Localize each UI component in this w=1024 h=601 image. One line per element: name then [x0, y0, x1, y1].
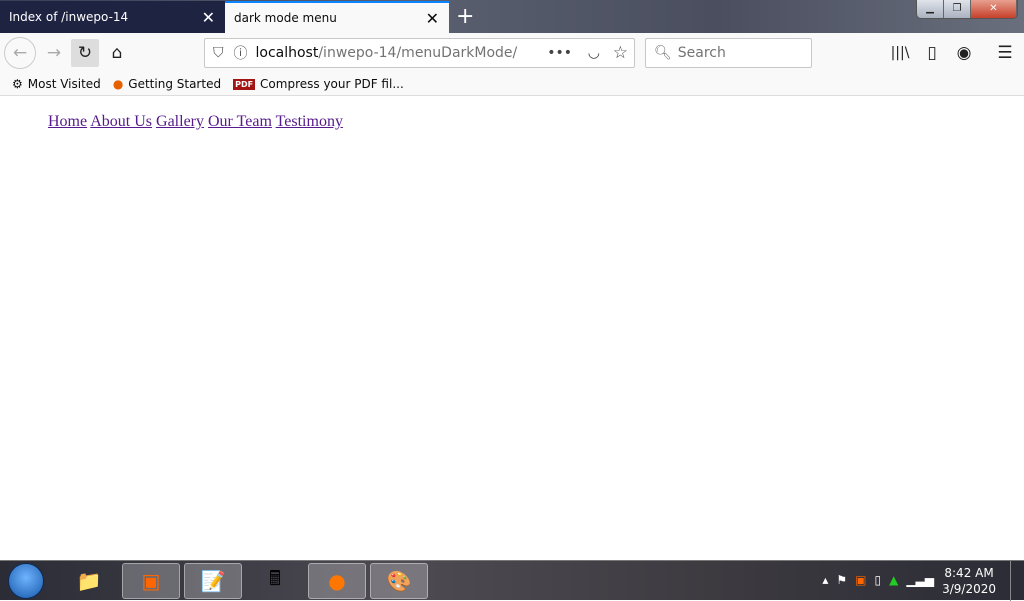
sidebar-icon[interactable]: ▯	[918, 39, 946, 67]
clock-time: 8:42 AM	[944, 566, 994, 580]
explorer-icon[interactable]: 📁	[60, 563, 118, 599]
search-placeholder: Search	[677, 45, 726, 61]
gear-icon: ⚙	[12, 77, 23, 91]
firefox-icon: ●	[112, 77, 124, 91]
page-actions-icon[interactable]: •••	[547, 45, 572, 61]
show-desktop-button[interactable]	[1010, 561, 1024, 601]
shield-icon[interactable]: ⛉	[213, 45, 224, 61]
bookmarks-toolbar: ⚙ Most Visited ● Getting Started PDF Compre…	[0, 73, 1024, 96]
forward-button[interactable]: →	[40, 39, 68, 67]
taskbar: 📁 ▣ 📝 🖩 ● 🎨 ▴ ⚑ ▣ ▯ ▲ ▁▃▅ 8:42 AM 3/9/2020	[0, 560, 1024, 601]
menu-link-about-us[interactable]: About Us	[90, 113, 152, 130]
bookmark-star-icon[interactable]: ☆	[613, 43, 628, 63]
page-content: Home About Us Gallery Our Team Testimony	[0, 97, 1024, 560]
xampp-tray-icon[interactable]: ▣	[855, 573, 866, 587]
menu-link-gallery[interactable]: Gallery	[156, 113, 204, 130]
close-tab-icon[interactable]: ✕	[426, 9, 439, 28]
flag-icon[interactable]: ⚑	[836, 573, 847, 587]
notepad-plus-icon[interactable]: 📝	[184, 563, 242, 599]
nav-toolbar: ← → ↻ ⌂ ⛉ ⓘ localhost/inwepo-14/menuDark…	[0, 33, 1024, 73]
new-tab-button[interactable]: +	[456, 4, 474, 29]
tab-dark-mode-menu[interactable]: dark mode menu ✕	[225, 1, 449, 33]
pocket-icon[interactable]: ◡	[588, 45, 600, 61]
home-button[interactable]: ⌂	[103, 39, 131, 67]
reload-button[interactable]: ↻	[71, 39, 99, 67]
tab-index[interactable]: Index of /inwepo-14 ✕	[0, 1, 225, 33]
close-tab-icon[interactable]: ✕	[202, 8, 215, 27]
search-icon: 🔍︎	[654, 45, 672, 61]
menu-icon[interactable]: ☰	[991, 39, 1019, 67]
tab-title: dark mode menu	[234, 11, 337, 25]
bookmark-compress-pdf[interactable]: Compress your PDF fil...	[260, 77, 404, 91]
library-icon[interactable]: |||\	[886, 39, 914, 67]
bookmark-most-visited[interactable]: Most Visited	[28, 77, 101, 91]
title-bar: Index of /inwepo-14 ✕ dark mode menu ✕ + ▁…	[0, 0, 1024, 33]
nav-menu: Home About Us Gallery Our Team Testimony	[48, 113, 343, 131]
power-icon[interactable]: ▯	[874, 573, 881, 587]
menu-link-our-team[interactable]: Our Team	[208, 113, 272, 130]
pdf-icon: PDF	[233, 78, 256, 90]
search-input[interactable]: 🔍︎ Search	[645, 38, 812, 68]
url-bar[interactable]: ⛉ ⓘ localhost/inwepo-14/menuDarkMode/ ••…	[204, 38, 635, 68]
network-icon[interactable]: ▁▃▅	[906, 573, 934, 587]
tab-title: Index of /inwepo-14	[9, 10, 129, 24]
info-icon[interactable]: ⓘ	[234, 43, 248, 63]
clock-date: 3/9/2020	[942, 582, 996, 596]
xampp-icon[interactable]: ▣	[122, 563, 180, 599]
url-path: /inwepo-14/menuDarkMode/	[318, 45, 518, 61]
firefox-icon[interactable]: ●	[308, 563, 366, 599]
minimize-button[interactable]: ▁	[917, 0, 944, 18]
back-button[interactable]: ←	[4, 37, 36, 69]
menu-link-testimony[interactable]: Testimony	[276, 113, 343, 130]
show-hidden-icons[interactable]: ▴	[822, 573, 828, 587]
start-button[interactable]	[8, 563, 44, 599]
calculator-icon[interactable]: 🖩	[246, 563, 304, 599]
url-host: localhost	[255, 45, 319, 61]
account-icon[interactable]: ◉	[950, 39, 978, 67]
system-tray: ▴ ⚑ ▣ ▯ ▲ ▁▃▅	[822, 573, 934, 587]
paint-icon[interactable]: 🎨	[370, 563, 428, 599]
clock[interactable]: 8:42 AM 3/9/2020	[942, 565, 996, 597]
restore-button[interactable]: ❐	[944, 0, 971, 18]
triangle-app-icon[interactable]: ▲	[889, 573, 898, 587]
close-window-button[interactable]: ✕	[971, 0, 1017, 18]
menu-link-home[interactable]: Home	[48, 113, 87, 130]
bookmark-getting-started[interactable]: Getting Started	[128, 77, 221, 91]
